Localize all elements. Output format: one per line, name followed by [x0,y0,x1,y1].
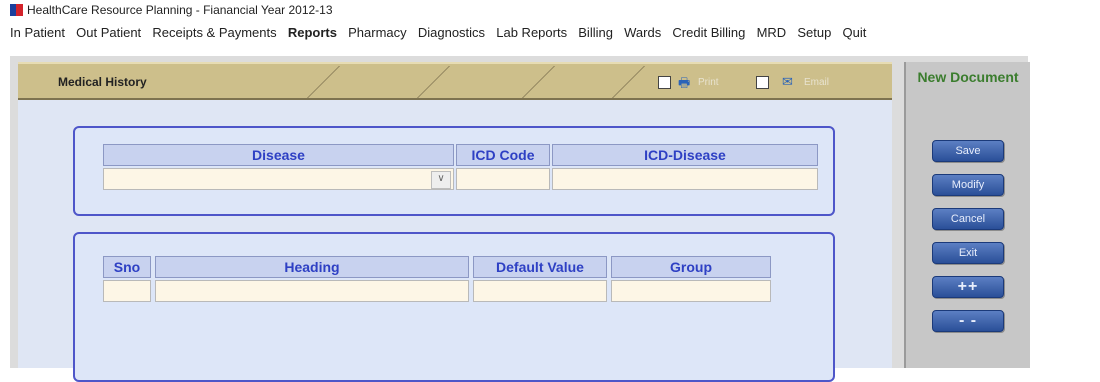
form-header: Medical History 🖶 Print ✉ Email [18,62,892,100]
chevron-down-icon[interactable]: ∨ [431,171,451,189]
menu-bar: In Patient Out Patient Receipts & Paymen… [0,20,1100,44]
disease-select[interactable]: ∨ [103,168,454,190]
default-value-cell[interactable] [473,280,607,302]
remove-row-button[interactable]: - - [932,310,1004,332]
header-divider [307,66,340,98]
menu-quit[interactable]: Quit [837,25,872,40]
app-icon [10,4,23,16]
email-icon[interactable]: ✉ [782,74,793,90]
menu-credit-billing[interactable]: Credit Billing [667,25,751,40]
menu-diagnostics[interactable]: Diagnostics [412,25,490,40]
title-bar: HealthCare Resource Planning - Fianancia… [0,0,1100,20]
menu-wards[interactable]: Wards [619,25,667,40]
form-title: Medical History [58,75,147,89]
sno-cell[interactable] [103,280,151,302]
add-row-button[interactable]: ++ [932,276,1004,298]
menu-setup[interactable]: Setup [792,25,837,40]
icd-code-field[interactable] [456,168,550,190]
menu-out-patient[interactable]: Out Patient [71,25,147,40]
column-icd-code: ICD Code [456,144,550,166]
disease-panel: Disease ICD Code ICD-Disease ∨ [73,126,835,216]
document-status: New Document [917,69,1019,85]
icd-disease-field[interactable] [552,168,818,190]
menu-receipts-payments[interactable]: Receipts & Payments [147,25,282,40]
menu-reports[interactable]: Reports [282,25,342,40]
modify-button[interactable]: Modify [932,174,1004,196]
cancel-button[interactable]: Cancel [932,208,1004,230]
header-divider [522,66,555,98]
menu-pharmacy[interactable]: Pharmacy [343,25,413,40]
exit-button[interactable]: Exit [932,242,1004,264]
detail-panel: Sno Heading Default Value Group [73,232,835,382]
menu-billing[interactable]: Billing [573,25,619,40]
column-heading: Heading [155,256,469,278]
email-checkbox[interactable] [756,76,769,89]
email-label: Email [804,77,830,88]
menu-in-patient[interactable]: In Patient [0,25,71,40]
header-divider [612,66,645,98]
menu-mrd[interactable]: MRD [751,25,792,40]
menu-lab-reports[interactable]: Lab Reports [491,25,573,40]
column-icd-disease: ICD-Disease [552,144,818,166]
group-cell[interactable] [611,280,771,302]
action-panel: New Document Save Modify Cancel Exit ++ … [904,62,1030,368]
save-button[interactable]: Save [932,140,1004,162]
heading-cell[interactable] [155,280,469,302]
main-area: Disease ICD Code ICD-Disease ∨ Sno Headi… [18,100,892,382]
column-default-value: Default Value [473,256,607,278]
print-checkbox[interactable] [658,76,671,89]
print-label: Print [698,77,719,88]
column-disease: Disease [103,144,454,166]
header-divider [417,66,450,98]
printer-icon[interactable]: 🖶 [678,74,690,96]
column-group: Group [611,256,771,278]
column-sno: Sno [103,256,151,278]
window-title: HealthCare Resource Planning - Fianancia… [27,3,333,17]
